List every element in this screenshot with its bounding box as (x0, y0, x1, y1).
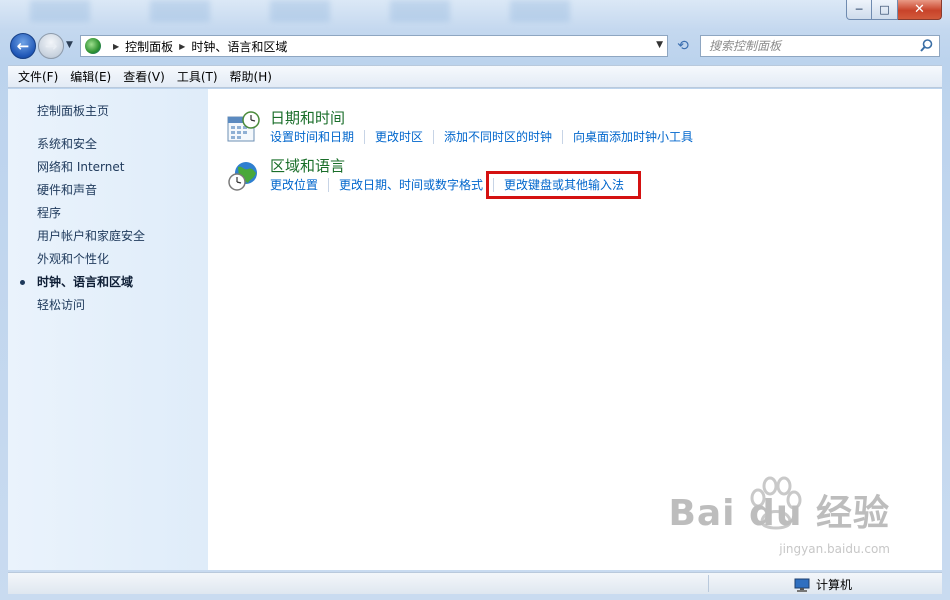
refresh-button[interactable]: ⟲ (672, 37, 694, 57)
category-title-region-language[interactable]: 区域和语言 (270, 157, 634, 175)
close-button[interactable]: ✕ (898, 0, 942, 20)
minimize-icon: ─ (855, 3, 863, 16)
breadcrumb-separator-icon[interactable]: ▶ (113, 42, 119, 51)
watermark-url: jingyan.baidu.com (779, 542, 890, 556)
sidebar-item-programs[interactable]: 程序 (8, 205, 208, 228)
status-bar: 计算机 (8, 572, 942, 594)
navigation-bar: ← → ▼ ▶ 控制面板 ▶ 时钟、语言和区域 ▼ ⟲ (8, 30, 942, 60)
sidebar-item-label: 时钟、语言和区域 (37, 275, 134, 289)
link-change-time-zone[interactable]: 更改时区 (364, 130, 433, 144)
sidebar-item-control-panel-home[interactable]: 控制面板主页 (8, 103, 208, 126)
menu-file[interactable]: 文件(F) (12, 68, 64, 85)
maximize-button[interactable]: □ (872, 0, 898, 20)
search-box[interactable] (700, 35, 940, 57)
menu-bar: 文件(F) 编辑(E) 查看(V) 工具(T) 帮助(H) (8, 65, 942, 88)
menu-view[interactable]: 查看(V) (117, 68, 171, 85)
address-dropdown-icon[interactable]: ▼ (656, 40, 663, 50)
current-item-bullet-icon (20, 280, 25, 285)
minimize-button[interactable]: ─ (846, 0, 872, 20)
forward-arrow-icon: → (44, 36, 58, 55)
sidebar-item-system-security[interactable]: 系统和安全 (8, 136, 208, 159)
sidebar-item-ease-of-access[interactable]: 轻松访问 (8, 297, 208, 320)
sidebar: 控制面板主页 系统和安全 网络和 Internet 硬件和声音 程序 用户帐户和… (8, 89, 208, 570)
menu-edit[interactable]: 编辑(E) (64, 68, 117, 85)
recent-pages-dropdown-icon[interactable]: ▼ (66, 40, 73, 50)
breadcrumb-separator-icon[interactable]: ▶ (179, 42, 185, 51)
sidebar-item-network-internet[interactable]: 网络和 Internet (8, 159, 208, 182)
breadcrumb-control-panel[interactable]: 控制面板 (125, 38, 173, 55)
address-bar[interactable]: ▶ 控制面板 ▶ 时钟、语言和区域 ▼ (80, 35, 668, 57)
back-button[interactable]: ← (10, 33, 36, 59)
window-frame: ─ □ ✕ ← → ▼ ▶ 控制面板 ▶ 时钟、语言和区域 ▼ ⟲ 文件(F) … (0, 0, 950, 600)
menu-help[interactable]: 帮助(H) (224, 68, 278, 85)
content-area: 控制面板主页 系统和安全 网络和 Internet 硬件和声音 程序 用户帐户和… (8, 89, 942, 570)
search-input[interactable] (709, 39, 909, 53)
breadcrumb-clock-language-region[interactable]: 时钟、语言和区域 (191, 38, 287, 55)
globe-clock-icon (228, 162, 257, 191)
control-panel-icon (85, 38, 101, 54)
main-panel: 日期和时间 设置时间和日期 更改时区 添加不同时区的时钟 向桌面添加时钟小工具 (208, 89, 942, 570)
category-links-region-language: 更改位置 更改日期、时间或数字格式 更改键盘或其他输入法 (270, 171, 642, 199)
search-icon[interactable] (920, 39, 933, 52)
link-change-location[interactable]: 更改位置 (270, 178, 328, 192)
forward-button[interactable]: → (38, 33, 64, 59)
close-icon: ✕ (914, 2, 925, 17)
maximize-icon: □ (879, 3, 890, 16)
sidebar-item-appearance[interactable]: 外观和个性化 (8, 251, 208, 274)
watermark-brand: Bai du 经验 (668, 493, 890, 534)
window-caption-buttons: ─ □ ✕ (846, 0, 942, 20)
sidebar-item-hardware-sound[interactable]: 硬件和声音 (8, 182, 208, 205)
link-change-keyboard-input[interactable]: 更改键盘或其他输入法 (486, 171, 642, 199)
status-computer-label: 计算机 (816, 578, 853, 592)
sidebar-item-clock-language-region[interactable]: 时钟、语言和区域 (8, 274, 208, 297)
link-add-clock-gadget[interactable]: 向桌面添加时钟小工具 (562, 130, 703, 144)
calendar-clock-icon (227, 111, 260, 142)
category-title-date-time[interactable]: 日期和时间 (270, 109, 703, 127)
link-add-clocks[interactable]: 添加不同时区的时钟 (433, 130, 562, 144)
computer-icon (794, 578, 810, 592)
menu-tools[interactable]: 工具(T) (171, 68, 224, 85)
link-set-time-date[interactable]: 设置时间和日期 (270, 130, 364, 144)
sidebar-item-user-accounts[interactable]: 用户帐户和家庭安全 (8, 228, 208, 251)
back-arrow-icon: ← (16, 36, 30, 55)
status-divider (708, 575, 709, 592)
category-date-time: 日期和时间 设置时间和日期 更改时区 添加不同时区的时钟 向桌面添加时钟小工具 (226, 109, 703, 145)
category-region-language: 区域和语言 更改位置 更改日期、时间或数字格式 更改键盘或其他输入法 (226, 157, 642, 199)
status-computer: 计算机 (794, 576, 852, 593)
category-links-date-time: 设置时间和日期 更改时区 添加不同时区的时钟 向桌面添加时钟小工具 (270, 130, 703, 144)
link-change-date-number-format[interactable]: 更改日期、时间或数字格式 (328, 178, 493, 192)
title-bar-background (30, 0, 630, 22)
